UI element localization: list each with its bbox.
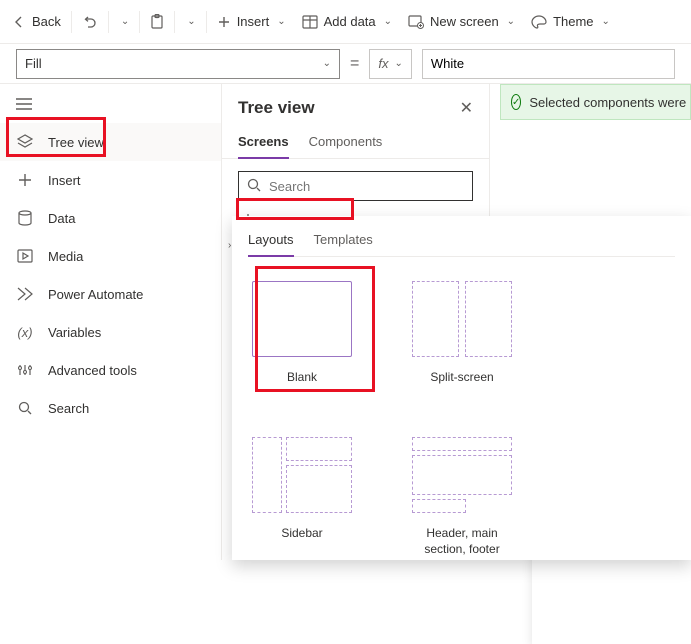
screen-plus-icon xyxy=(408,15,424,29)
chevron-down-icon: ⌄ xyxy=(382,16,392,27)
new-screen-flyout: Layouts Templates Blank Split-screen Sid… xyxy=(232,216,691,560)
search-input[interactable] xyxy=(269,179,464,194)
sidebar-thumb-icon xyxy=(252,437,352,513)
tree-view-title: Tree view xyxy=(238,98,315,118)
blank-thumb-icon xyxy=(252,281,352,357)
sidebar-item-insert[interactable]: Insert xyxy=(0,161,221,199)
plus-icon xyxy=(217,15,231,29)
sidebar-item-label: Insert xyxy=(48,173,81,188)
chevron-down-icon: ⌄ xyxy=(392,58,402,69)
hamburger-button[interactable] xyxy=(0,90,221,123)
plus-icon xyxy=(16,171,34,189)
insert-label: Insert xyxy=(237,14,270,29)
close-button[interactable]: ✕ xyxy=(460,98,473,118)
layout-blank[interactable]: Blank xyxy=(248,281,356,385)
command-bar: Back ⌄ ⌄ Insert ⌄ Add data ⌄ New screen … xyxy=(0,0,691,44)
sidebar-item-label: Media xyxy=(48,249,83,264)
left-rail: Tree view Insert Data Media Power Automa… xyxy=(0,84,222,560)
chevron-down-icon: ⌄ xyxy=(600,16,610,27)
table-icon xyxy=(302,15,318,29)
fx-button[interactable]: fx ⌄ xyxy=(369,49,412,79)
tree-view-search[interactable] xyxy=(238,171,473,201)
add-data-button[interactable]: Add data ⌄ xyxy=(294,8,400,35)
paste-dropdown[interactable]: ⌄ xyxy=(177,10,203,33)
hamburger-icon xyxy=(16,98,32,110)
layout-header-main-footer[interactable]: Header, main section, footer xyxy=(408,437,516,557)
divider xyxy=(108,11,109,33)
database-icon xyxy=(16,209,34,227)
layout-label: Blank xyxy=(287,369,317,385)
hmf-thumb-icon xyxy=(412,437,512,513)
back-label: Back xyxy=(32,14,61,29)
equals-label: = xyxy=(350,55,359,73)
chevron-down-icon: ⌄ xyxy=(321,58,331,69)
sidebar-item-power-automate[interactable]: Power Automate xyxy=(0,275,221,313)
layers-icon xyxy=(16,133,34,151)
tools-icon xyxy=(16,361,34,379)
close-icon: ✕ xyxy=(460,100,473,117)
paste-icon xyxy=(150,14,164,30)
sidebar-item-label: Tree view xyxy=(48,135,104,150)
divider xyxy=(206,11,207,33)
tree-view-tabs: Screens Components xyxy=(222,122,489,159)
tab-templates[interactable]: Templates xyxy=(314,228,373,256)
flyout-tabs: Layouts Templates xyxy=(248,228,675,257)
media-icon xyxy=(16,247,34,265)
divider xyxy=(71,11,72,33)
sidebar-item-data[interactable]: Data xyxy=(0,199,221,237)
sidebar-item-label: Data xyxy=(48,211,75,226)
divider xyxy=(139,11,140,33)
sidebar-item-media[interactable]: Media xyxy=(0,237,221,275)
back-arrow-icon xyxy=(12,15,26,29)
undo-icon xyxy=(82,14,98,30)
chevron-down-icon: ⌄ xyxy=(119,16,129,27)
sidebar-item-search[interactable]: Search xyxy=(0,389,221,427)
back-button[interactable]: Back xyxy=(4,8,69,35)
chevron-right-icon[interactable]: › xyxy=(228,240,231,251)
flow-icon xyxy=(16,285,34,303)
formula-bar: Fill ⌄ = fx ⌄ xyxy=(0,44,691,84)
layout-grid: Blank Split-screen Sidebar Header, main … xyxy=(248,257,675,558)
insert-button[interactable]: Insert ⌄ xyxy=(209,8,294,35)
sidebar-item-label: Power Automate xyxy=(48,287,143,302)
theme-button[interactable]: Theme ⌄ xyxy=(523,8,618,35)
sidebar-item-label: Variables xyxy=(48,325,101,340)
tab-screens[interactable]: Screens xyxy=(238,128,289,159)
sidebar-item-advanced-tools[interactable]: Advanced tools xyxy=(0,351,221,389)
palette-icon xyxy=(531,15,547,29)
layout-label: Sidebar xyxy=(281,525,322,541)
undo-dropdown[interactable]: ⌄ xyxy=(111,10,137,33)
add-data-label: Add data xyxy=(324,14,376,29)
new-screen-button[interactable]: New screen ⌄ xyxy=(400,8,523,35)
paste-button[interactable] xyxy=(142,8,172,36)
tab-layouts[interactable]: Layouts xyxy=(248,228,294,257)
search-icon xyxy=(16,399,34,417)
success-toast: ✓ Selected components were su xyxy=(500,84,691,120)
layout-label: Split-screen xyxy=(430,369,493,385)
property-dropdown[interactable]: Fill ⌄ xyxy=(16,49,340,79)
sidebar-item-label: Advanced tools xyxy=(48,363,137,378)
undo-button[interactable] xyxy=(74,8,106,36)
layout-sidebar[interactable]: Sidebar xyxy=(248,437,356,557)
formula-input[interactable] xyxy=(422,49,675,79)
sidebar-item-tree-view[interactable]: Tree view xyxy=(0,123,221,161)
success-check-icon: ✓ xyxy=(511,94,521,110)
sidebar-item-label: Search xyxy=(48,401,89,416)
divider xyxy=(174,11,175,33)
sidebar-item-variables[interactable]: (x) Variables xyxy=(0,313,221,351)
search-icon xyxy=(247,178,261,195)
tab-components[interactable]: Components xyxy=(309,128,383,158)
fx-label: fx xyxy=(378,56,388,71)
new-screen-label: New screen xyxy=(430,14,499,29)
layout-label: Header, main section, footer xyxy=(408,525,516,557)
split-thumb-icon xyxy=(412,281,512,357)
variables-icon: (x) xyxy=(16,323,34,341)
layout-split-screen[interactable]: Split-screen xyxy=(408,281,516,385)
theme-label: Theme xyxy=(553,14,593,29)
chevron-down-icon: ⌄ xyxy=(275,16,285,27)
toast-message: Selected components were su xyxy=(529,95,691,110)
chevron-down-icon: ⌄ xyxy=(185,16,195,27)
property-name: Fill xyxy=(25,56,42,71)
chevron-down-icon: ⌄ xyxy=(505,16,515,27)
